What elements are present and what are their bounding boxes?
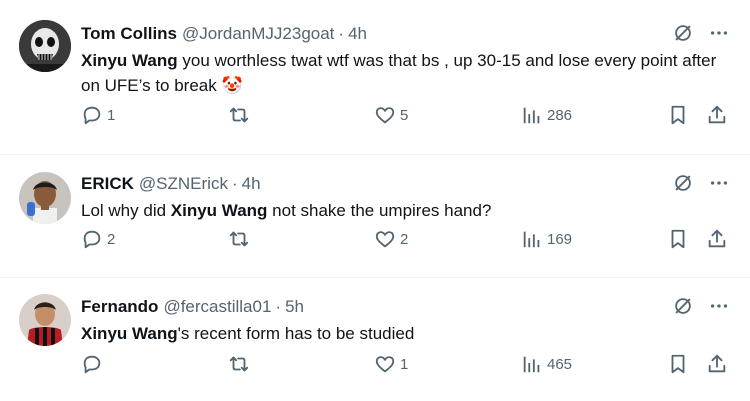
bookmark-icon (671, 354, 685, 374)
timestamp[interactable]: 5h (285, 297, 304, 317)
avatar-image (19, 20, 71, 72)
author-name[interactable]: Fernando (81, 297, 158, 317)
grok-slash-icon[interactable] (672, 172, 694, 194)
separator-dot: · (338, 24, 345, 43)
avatar-image (19, 172, 71, 224)
separator-dot: · (275, 297, 282, 316)
mention-name[interactable]: Xinyu Wang (171, 201, 268, 220)
more-icon[interactable] (708, 22, 730, 44)
tweet-header: Tom Collins @JordanMJJ23goat · 4h (81, 22, 730, 46)
reply-icon (83, 106, 101, 125)
tweet-header: Fernando @fercastilla01 · 5h (81, 295, 730, 319)
share-icon (708, 229, 726, 248)
like-icon (375, 231, 395, 248)
like-button[interactable]: 5 (374, 104, 408, 126)
repost-button[interactable] (228, 228, 254, 250)
repost-button[interactable] (228, 353, 254, 375)
views-button[interactable]: 169 (521, 228, 572, 250)
like-button[interactable]: 1 (374, 353, 408, 375)
like-button[interactable]: 2 (374, 228, 408, 250)
more-icon[interactable] (708, 295, 730, 317)
author-name[interactable]: Tom Collins (81, 24, 177, 44)
tweet-text: Lol why did Xinyu Wang not shake the ump… (81, 198, 730, 223)
avatar[interactable] (19, 294, 71, 346)
bookmark-button[interactable] (667, 104, 689, 126)
mention-name[interactable]: Xinyu Wang (81, 51, 178, 70)
reply-count: 2 (107, 230, 116, 248)
like-count: 5 (400, 106, 409, 124)
reply-count: 1 (107, 106, 116, 124)
timestamp[interactable]: 4h (242, 174, 261, 194)
like-count: 2 (400, 230, 409, 248)
views-button[interactable]: 465 (521, 353, 572, 375)
tweet-header: ERICK @SZNErick · 4h (81, 172, 730, 196)
reply-button[interactable] (81, 353, 107, 375)
share-button[interactable] (706, 228, 728, 250)
share-icon (708, 105, 726, 124)
bookmark-icon (671, 229, 685, 249)
author-name[interactable]: ERICK (81, 174, 134, 194)
like-count: 1 (400, 355, 409, 373)
avatar[interactable] (19, 20, 71, 72)
like-icon (375, 356, 395, 373)
like-icon (375, 107, 395, 124)
tweet[interactable]: ERICK @SZNErick · 4h Lol why did Xinyu W… (0, 155, 750, 278)
views-button[interactable]: 286 (521, 104, 572, 126)
avatar-image (19, 294, 71, 346)
tweet-text: Xinyu Wang you worthless twat wtf was th… (81, 48, 730, 98)
views-count: 465 (547, 355, 573, 373)
tweet-header-icons (672, 172, 730, 194)
repost-icon (229, 231, 249, 247)
avatar[interactable] (19, 172, 71, 224)
reply-button[interactable]: 2 (81, 228, 115, 250)
views-count: 286 (547, 106, 573, 124)
author-handle[interactable]: @JordanMJJ23goat (182, 24, 334, 44)
more-icon[interactable] (708, 172, 730, 194)
separator-dot: · (231, 174, 238, 193)
tweet-text-body: 's recent form has to be studied (177, 324, 415, 343)
share-icon (708, 354, 726, 373)
grok-slash-icon[interactable] (672, 22, 694, 44)
timestamp[interactable]: 4h (348, 24, 367, 44)
reply-button[interactable]: 1 (81, 104, 115, 126)
repost-button[interactable] (228, 104, 254, 126)
bookmark-button[interactable] (667, 228, 689, 250)
share-button[interactable] (706, 353, 728, 375)
tweet[interactable]: Fernando @fercastilla01 · 5h Xinyu Wang'… (0, 278, 750, 401)
reply-icon (83, 230, 101, 249)
views-icon (523, 107, 540, 124)
views-icon (523, 231, 540, 248)
tweet-text-body: not shake the umpires hand? (267, 201, 492, 220)
author-handle[interactable]: @SZNErick (139, 174, 228, 194)
views-count: 169 (547, 230, 573, 248)
grok-slash-icon[interactable] (672, 295, 694, 317)
reply-icon (83, 355, 101, 374)
share-button[interactable] (706, 104, 728, 126)
author-handle[interactable]: @fercastilla01 (163, 297, 271, 317)
repost-icon (229, 107, 249, 123)
tweet-header-icons (672, 22, 730, 44)
mention-name[interactable]: Xinyu Wang (81, 324, 178, 343)
bookmark-icon (671, 105, 685, 125)
tweet-text: Xinyu Wang's recent form has to be studi… (81, 321, 730, 346)
repost-icon (229, 356, 249, 372)
bookmark-button[interactable] (667, 353, 689, 375)
views-icon (523, 356, 540, 373)
tweet-header-icons (672, 295, 730, 317)
tweet-text-prefix: Lol why did (81, 201, 171, 220)
tweet[interactable]: Tom Collins @JordanMJJ23goat · 4h Xinyu … (0, 0, 750, 155)
